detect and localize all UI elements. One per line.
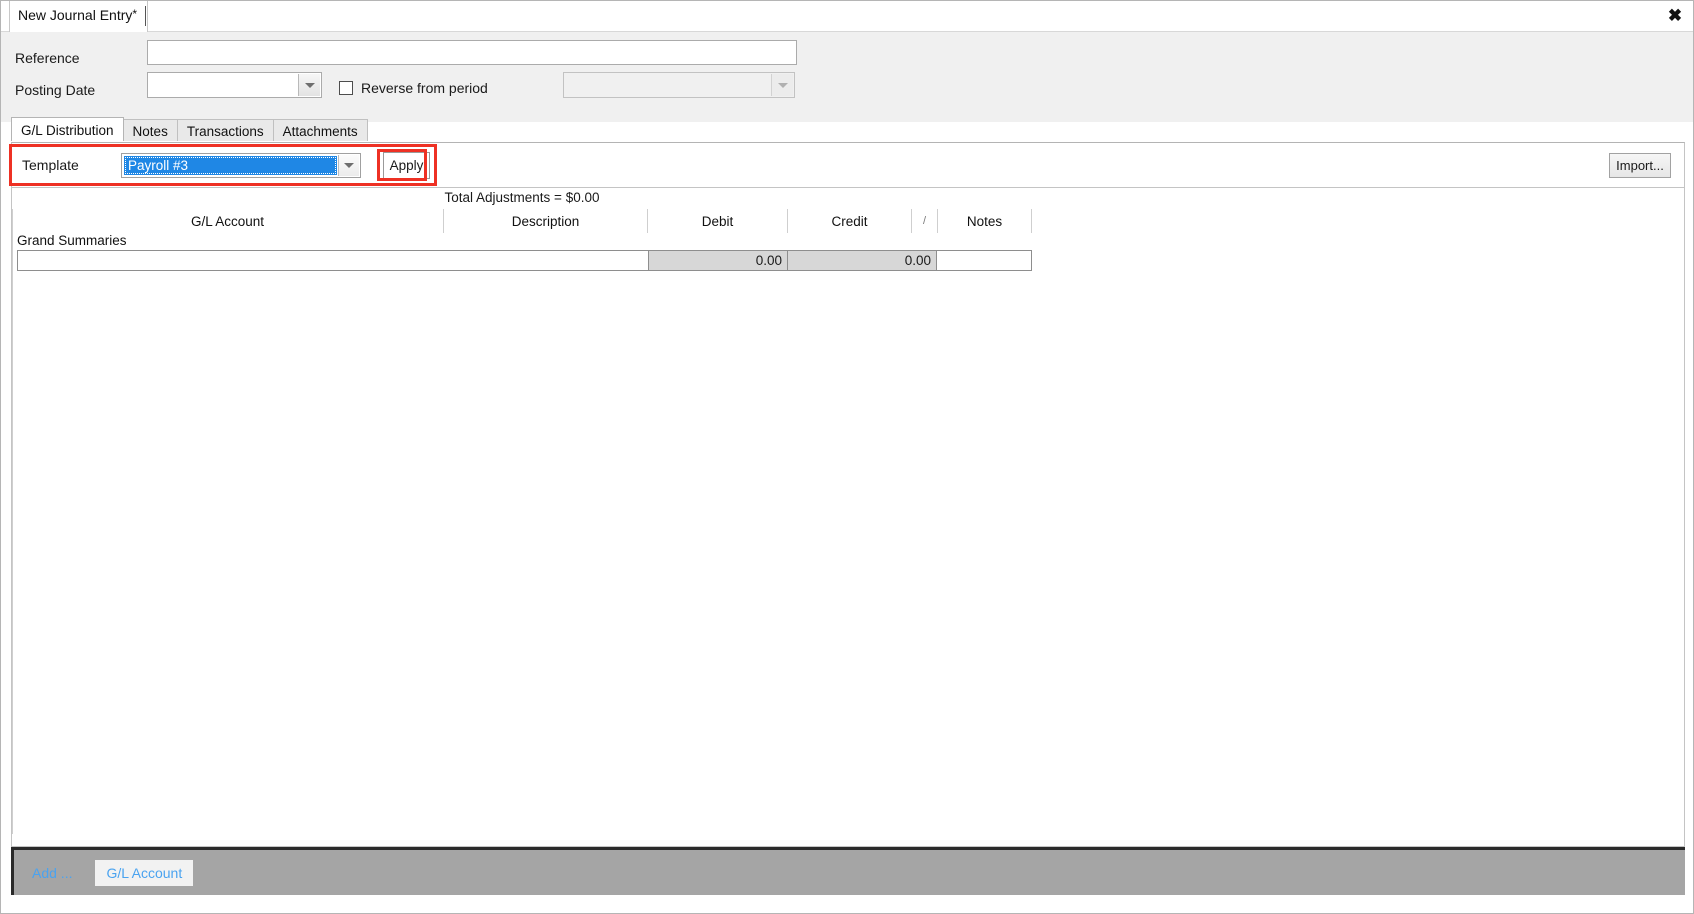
journal-entry-window: New Journal Entry* ✖ Reference Posting D… [0,0,1694,914]
apply-button[interactable]: Apply [383,152,430,179]
summary-cell-debit[interactable]: 0.00 [649,251,788,270]
chevron-down-icon[interactable] [298,74,320,96]
reverse-from-period-row[interactable]: Reverse from period [339,80,488,96]
summary-cell-gl-account[interactable] [18,251,649,270]
close-icon[interactable]: ✖ [1663,4,1687,28]
template-bar: Template Payroll #3 Apply Import... [11,142,1685,188]
chevron-down-icon[interactable] [771,74,793,96]
grid-header-row: G/L Account Description Debit Credit / N… [12,209,1032,233]
summary-cell-credit[interactable]: 0.00 [788,251,937,270]
grid-left-border [12,209,13,834]
column-header-credit[interactable]: Credit [788,209,912,233]
main-tabstrip: G/L Distribution Notes Transactions Atta… [11,117,368,141]
window-titlebar: New Journal Entry* ✖ [1,1,1693,32]
reference-label: Reference [15,50,80,66]
column-header-debit[interactable]: Debit [648,209,788,233]
reverse-period-combobox[interactable] [563,72,795,98]
reverse-from-period-checkbox[interactable] [339,81,353,95]
grand-summaries-row[interactable]: 0.00 0.00 [17,250,1032,271]
template-selected-value: Payroll #3 [124,156,337,175]
summary-cell-notes[interactable] [937,251,1031,270]
document-tab-label: New Journal Entry [18,7,133,23]
grid-section-label: Grand Summaries [17,233,127,248]
column-header-notes[interactable]: Notes [938,209,1032,233]
tab-attachments[interactable]: Attachments [272,119,368,141]
document-tab-new-journal-entry[interactable]: New Journal Entry* [9,1,149,32]
gl-distribution-grid: Total Adjustments = $0.00 G/L Account De… [11,187,1685,847]
column-header-description[interactable]: Description [444,209,648,233]
template-combobox[interactable]: Payroll #3 [121,153,361,178]
reverse-from-period-label: Reverse from period [361,80,488,96]
template-label: Template [22,157,79,173]
import-button[interactable]: Import... [1609,153,1671,178]
posting-date-label: Posting Date [15,82,96,98]
tab-gl-distribution[interactable]: G/L Distribution [11,117,124,141]
column-header-gl-account[interactable]: G/L Account [12,209,444,233]
column-header-flag[interactable]: / [912,209,938,233]
total-adjustments-label: Total Adjustments = $0.00 [444,190,600,205]
tab-notes[interactable]: Notes [122,119,178,141]
posting-date-combobox[interactable] [147,72,322,98]
chevron-down-icon[interactable] [338,155,359,176]
tab-transactions[interactable]: Transactions [176,119,274,141]
reference-input[interactable] [147,40,797,65]
add-label: Add ... [32,864,73,881]
modified-marker: * [132,7,138,21]
text-caret [145,6,146,26]
add-row-toolbar: Add ... G/L Account [11,847,1685,895]
add-gl-account-button[interactable]: G/L Account [95,859,194,886]
journal-entry-header-form: Reference Posting Date Reverse from peri… [1,32,1693,122]
